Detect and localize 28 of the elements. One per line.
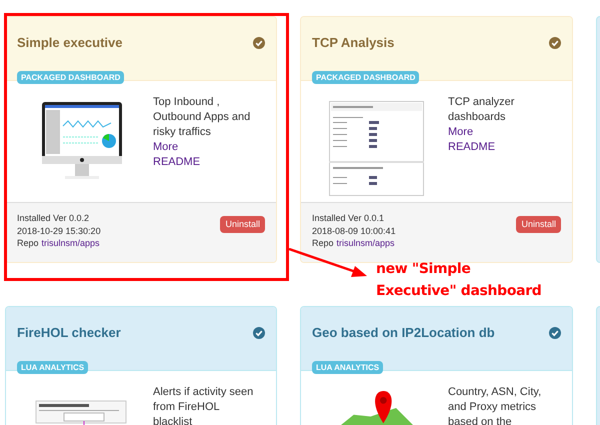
card-title: Geo based on IP2Location db bbox=[312, 324, 495, 342]
installed-version: Installed Ver 0.0.1 bbox=[312, 212, 386, 224]
uninstall-button[interactable]: Uninstall bbox=[220, 216, 265, 233]
repo-link[interactable]: trisulnsm/apps bbox=[42, 237, 100, 250]
description-text: Top Inbound , Outbound Apps and risky traffics bbox=[153, 95, 252, 140]
repo-link[interactable]: trisulnsm/apps bbox=[336, 237, 395, 250]
map-pin-drawing bbox=[340, 391, 412, 425]
annotation-text: new "Simple Executive" dashboard bbox=[376, 260, 542, 301]
description-text: Alerts if activity seen from FireHOL blacklist bbox=[153, 385, 254, 425]
card-title: TCP Analysis bbox=[312, 34, 394, 52]
card-link[interactable]: README bbox=[448, 140, 496, 155]
card-title: FireHOL checker bbox=[17, 324, 121, 342]
card-link[interactable]: More bbox=[448, 125, 474, 140]
card-title: Simple executive bbox=[17, 34, 122, 52]
card-link[interactable]: README bbox=[153, 155, 200, 170]
description-text: Country, ASN, City, and Proxy metrics based on the bbox=[448, 385, 542, 425]
category-badge: LUA ANALYTICS bbox=[17, 360, 88, 374]
description-text: TCP analyzer dashboards bbox=[448, 95, 516, 125]
repo-label: Repo bbox=[17, 237, 39, 250]
installed-version: Installed Ver 0.0.2 bbox=[17, 212, 90, 224]
uninstall-button[interactable]: Uninstall bbox=[516, 216, 561, 233]
category-badge: LUA ANALYTICS bbox=[312, 360, 384, 374]
install-date: 2018-08-09 10:00:41 bbox=[312, 224, 396, 237]
repo-label: Repo bbox=[312, 237, 334, 250]
install-date: 2018-10-29 15:30:20 bbox=[17, 224, 101, 237]
category-badge: PACKAGED DASHBOARD bbox=[17, 70, 124, 84]
category-badge: PACKAGED DASHBOARD bbox=[312, 70, 420, 84]
card-link[interactable]: More bbox=[153, 140, 178, 155]
